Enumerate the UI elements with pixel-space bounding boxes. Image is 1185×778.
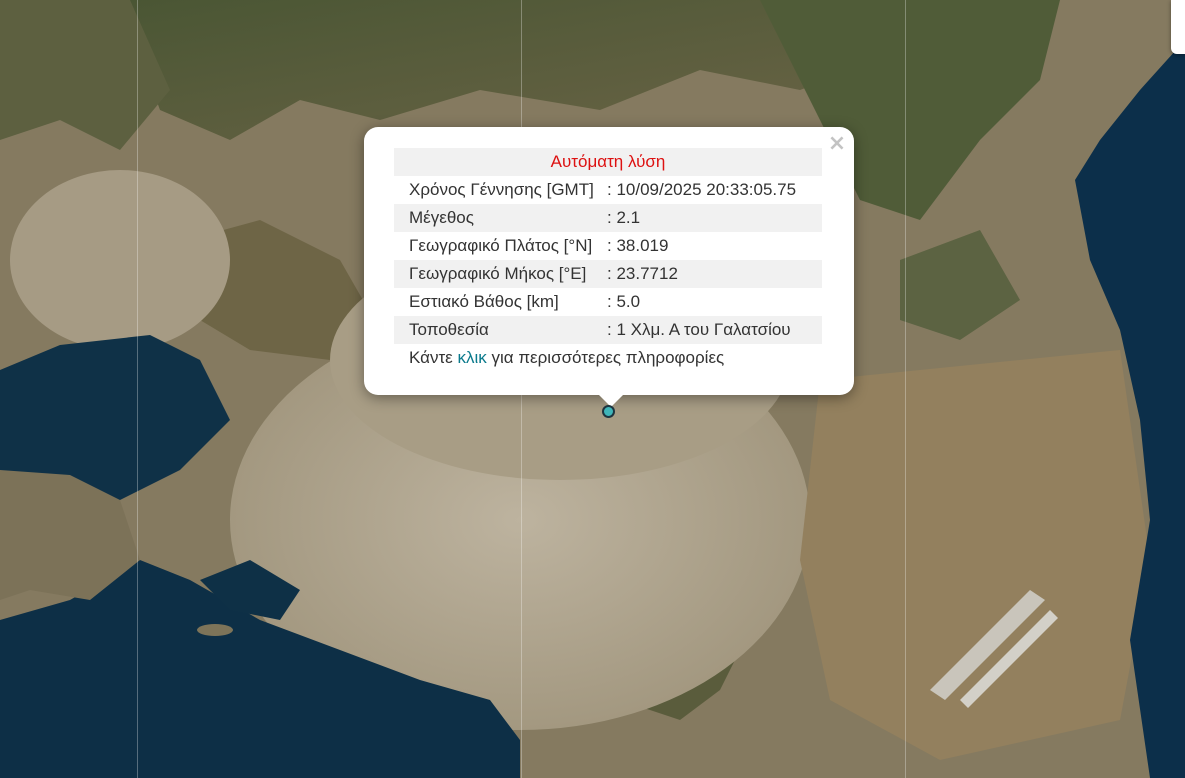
info-row-origin-time: Χρόνος Γέννησης [GMT] : 10/09/2025 20:33… — [394, 176, 822, 204]
info-label: Γεωγραφικό Πλάτος [°N] — [409, 236, 593, 255]
graticule-line — [905, 0, 906, 778]
info-row-depth: Εστιακό Βάθος [km] : 5.0 — [394, 288, 822, 316]
info-label: Τοποθεσία — [409, 320, 489, 339]
info-value: : 2.1 — [607, 208, 641, 227]
info-value: : 1 Χλμ. Α του Γαλατσίου — [607, 320, 791, 339]
graticule-line — [137, 0, 138, 778]
info-row-location: Τοποθεσία : 1 Χλμ. Α του Γαλατσίου — [394, 316, 822, 344]
map-control-panel[interactable] — [1171, 0, 1185, 54]
info-value: : 38.019 — [607, 236, 669, 255]
info-label: Μέγεθος — [409, 208, 474, 227]
footer-suffix: για περισσότερες πληροφορίες — [486, 348, 725, 367]
more-info-text: Κάντε κλικ για περισσότερες πληροφορίες — [394, 344, 822, 372]
earthquake-marker-icon[interactable] — [602, 405, 615, 418]
solution-type-title: Αυτόματη λύση — [394, 148, 822, 176]
info-row-longitude: Γεωγραφικό Μήκος [°E] : 23.7712 — [394, 260, 822, 288]
info-row-magnitude: Μέγεθος : 2.1 — [394, 204, 822, 232]
info-label: Εστιακό Βάθος [km] — [409, 292, 559, 311]
info-value: : 10/09/2025 20:33:05.75 — [607, 180, 797, 199]
small-island — [197, 624, 233, 636]
earthquake-info-table: Αυτόματη λύση Χρόνος Γέννησης [GMT] : 10… — [394, 148, 822, 372]
info-label: Χρόνος Γέννησης [GMT] — [409, 180, 594, 199]
info-value: : 23.7712 — [607, 264, 678, 283]
urban-area-west — [10, 170, 230, 350]
footer-prefix: Κάντε — [409, 348, 458, 367]
info-label: Γεωγραφικό Μήκος [°E] — [409, 264, 587, 283]
more-info-link[interactable]: κλικ — [457, 348, 486, 367]
popup-close-button[interactable]: × — [826, 132, 848, 156]
info-value: : 5.0 — [607, 292, 641, 311]
info-row-latitude: Γεωγραφικό Πλάτος [°N] : 38.019 — [394, 232, 822, 260]
